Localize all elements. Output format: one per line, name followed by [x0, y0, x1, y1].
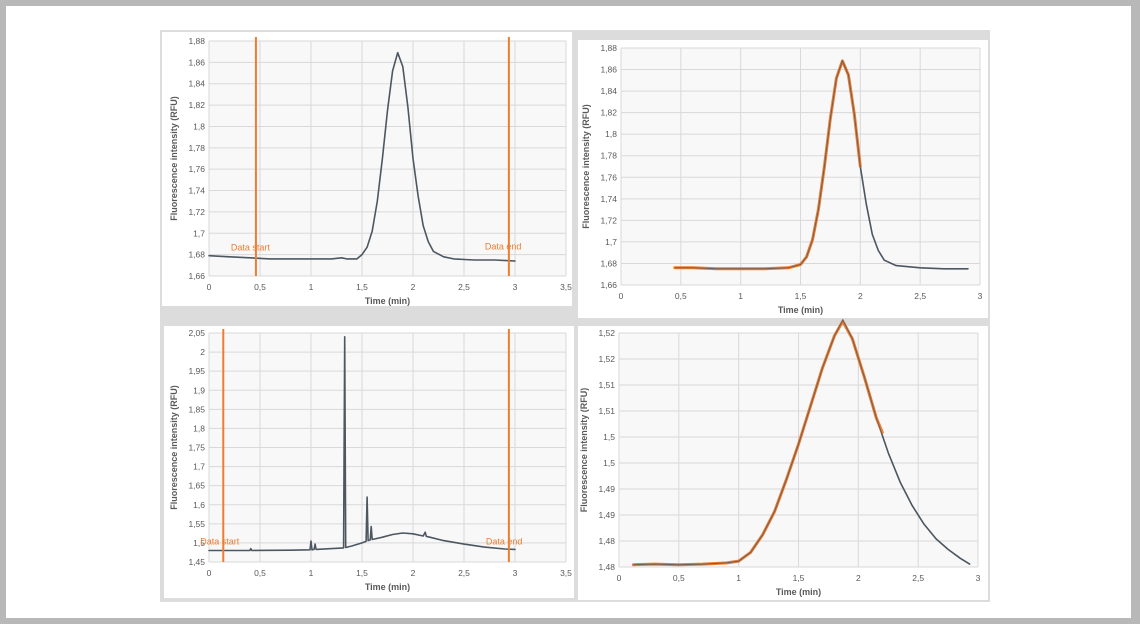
chart-panel-top-left: 1,66 1,68 1,7 1,72 1,74 1,76 1,78 1,8 1,82 1,84 1,… [162, 32, 572, 306]
y-tick-label: 2,05 [188, 328, 205, 338]
y-tick-label: 1,86 [600, 65, 617, 75]
x-tick-label: 0 [207, 282, 212, 292]
y-tick-label: 1,84 [600, 86, 617, 96]
chart-bottom-right: 1,481,481,491,491,51,51,511,511,521,520 0… [579, 319, 981, 597]
figure-grid: 1,66 1,68 1,7 1,72 1,74 1,76 1,78 1,8 1,82 1,84 1,… [160, 30, 990, 602]
y-tick-label: 1,49 [598, 484, 615, 494]
y-tick-label: 1,7 [193, 462, 205, 472]
x-tick-label: 2,5 [458, 568, 470, 578]
x-tick-label: 3 [976, 573, 981, 583]
chart-top-right: 1,66 1,68 1,7 1,72 1,74 1,76 1,78 1,8 1,82 1,84 1,… [581, 43, 983, 315]
y-tick-label: 1,82 [600, 108, 617, 118]
y-tick-label: 1,76 [188, 164, 205, 174]
y-tick-label: 1,85 [188, 404, 205, 414]
x-tick-label: 2 [411, 568, 416, 578]
y-tick-label: 1,95 [188, 366, 205, 376]
marker-label: Data start [231, 243, 271, 253]
y-tick-label: 1,5 [603, 432, 615, 442]
y-tick-label: 1,9 [193, 385, 205, 395]
x-tick-label: 2,5 [912, 573, 924, 583]
chart-panel-top-right: 1,66 1,68 1,7 1,72 1,74 1,76 1,78 1,8 1,82 1,84 1,… [578, 40, 988, 318]
y-tick-label: 1,74 [188, 186, 205, 196]
y-tick-label: 1,7 [193, 228, 205, 238]
x-tick-label: 2 [856, 573, 861, 583]
y-tick-label: 1,7 [605, 237, 617, 247]
x-tick-label: 0,5 [254, 282, 266, 292]
y-tick-label: 2 [200, 347, 205, 357]
chart-panel-bottom-left: 1,45 1,5 1,55 1,6 1,65 1,7 1,75 1,8 1,85 1,9 1,95 2… [164, 326, 574, 598]
y-axis-label: Fluorescence intensity (RFU) [579, 388, 589, 513]
y-tick-label: 1,66 [188, 271, 205, 281]
y-tick-label: 1,66 [600, 280, 617, 290]
x-tick-label: 1 [309, 568, 314, 578]
chart-panel-bottom-right: 1,48 1,48 1,49 1,49 1,5 1,5 1,51 1,51 1,52 1,52 0 0… [578, 319, 988, 600]
x-tick-label: 0,5 [254, 568, 266, 578]
y-tick-label: 1,51 [598, 380, 615, 390]
y-tick-label: 1,68 [188, 250, 205, 260]
y-tick-label: 1,78 [600, 151, 617, 161]
x-tick-label: 3 [513, 282, 518, 292]
x-tick-label: 3 [513, 568, 518, 578]
y-tick-label: 1,74 [600, 194, 617, 204]
chart-top-left: 1,66 1,68 1,7 1,72 1,74 1,76 1,78 1,8 1,82 1,84 1,… [169, 36, 572, 306]
y-tick-label: 1,8 [605, 129, 617, 139]
y-tick-label: 1,8 [193, 121, 205, 131]
x-tick-label: 1,5 [795, 291, 807, 301]
x-tick-label: 1 [738, 291, 743, 301]
x-axis-label: Time (min) [365, 582, 410, 592]
x-tick-label: 1,5 [356, 568, 368, 578]
y-tick-label: 1,5 [603, 458, 615, 468]
x-tick-label: 3,5 [560, 568, 572, 578]
y-tick-label: 1,48 [598, 562, 615, 572]
y-axis-label: Fluorescence intensity (RFU) [169, 96, 179, 221]
x-tick-label: 1,5 [793, 573, 805, 583]
x-tick-label: 1,5 [356, 282, 368, 292]
y-tick-label: 1,84 [188, 79, 205, 89]
x-tick-label: 0 [619, 291, 624, 301]
x-tick-label: 3,5 [560, 282, 572, 292]
y-tick-label: 1,8 [193, 423, 205, 433]
x-tick-label: 2,5 [914, 291, 926, 301]
chart-bottom-left: 1,45 1,5 1,55 1,6 1,65 1,7 1,75 1,8 1,85 1,9 1,95 2… [169, 328, 572, 592]
y-tick-label: 1,48 [598, 536, 615, 546]
y-tick-label: 1,45 [188, 557, 205, 567]
x-axis-label: Time (min) [778, 305, 823, 315]
x-axis-label: Time (min) [776, 587, 821, 597]
x-tick-label: 2 [411, 282, 416, 292]
x-tick-label: 0,5 [675, 291, 687, 301]
y-tick-label: 1,88 [188, 36, 205, 46]
marker-label: Data end [485, 242, 522, 252]
x-tick-label: 1 [736, 573, 741, 583]
y-tick-label: 1,6 [193, 500, 205, 510]
y-tick-label: 1,88 [600, 43, 617, 53]
y-tick-label: 1,72 [600, 215, 617, 225]
x-axis-label: Time (min) [365, 296, 410, 306]
y-tick-label: 1,49 [598, 510, 615, 520]
y-tick-label: 1,76 [600, 172, 617, 182]
y-tick-label: 1,52 [598, 354, 615, 364]
y-tick-label: 1,72 [188, 207, 205, 217]
marker-label: Data start [200, 537, 240, 547]
x-tick-label: 1 [309, 282, 314, 292]
y-axis-label: Fluorescence intensity (RFU) [581, 104, 591, 229]
y-tick-label: 1,65 [188, 481, 205, 491]
y-tick-label: 1,75 [188, 443, 205, 453]
y-tick-label: 1,55 [188, 519, 205, 529]
page-background: 1,66 1,68 1,7 1,72 1,74 1,76 1,78 1,8 1,82 1,84 1,… [6, 6, 1131, 618]
y-tick-label: 1,78 [188, 143, 205, 153]
y-tick-label: 1,52 [598, 328, 615, 338]
x-tick-label: 3 [978, 291, 983, 301]
marker-label: Data end [486, 537, 523, 547]
x-tick-label: 2 [858, 291, 863, 301]
y-tick-label: 1,82 [188, 100, 205, 110]
x-tick-label: 2,5 [458, 282, 470, 292]
y-tick-label: 1,68 [600, 258, 617, 268]
x-tick-label: 0,5 [673, 573, 685, 583]
y-tick-label: 1,86 [188, 57, 205, 67]
x-tick-label: 0 [207, 568, 212, 578]
x-tick-label: 0 [617, 573, 622, 583]
y-axis-label: Fluorescence intensity (RFU) [169, 385, 179, 510]
y-tick-label: 1,51 [598, 406, 615, 416]
